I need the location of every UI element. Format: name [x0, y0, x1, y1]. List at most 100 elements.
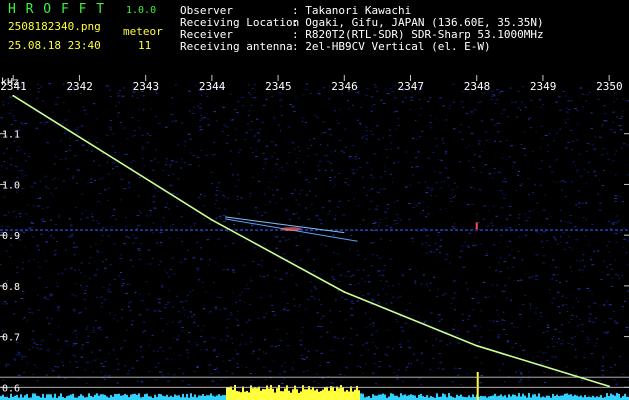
power-bar: [376, 395, 378, 400]
noise-speck: [328, 98, 331, 100]
noise-speck: [330, 382, 333, 383]
noise-speck: [84, 209, 86, 211]
noise-speck: [304, 308, 307, 310]
noise-speck: [593, 250, 596, 252]
noise-speck: [28, 349, 30, 351]
noise-speck: [295, 245, 299, 247]
power-bar: [222, 395, 224, 400]
noise-speck: [487, 210, 489, 212]
noise-speck: [344, 319, 347, 321]
noise-speck: [571, 140, 575, 142]
noise-speck: [68, 145, 72, 146]
noise-speck: [261, 260, 263, 262]
power-bar: [336, 386, 338, 400]
noise-speck: [369, 324, 372, 325]
noise-speck: [615, 222, 619, 224]
noise-speck: [548, 292, 550, 294]
noise-speck: [517, 174, 520, 176]
noise-speck: [273, 152, 276, 154]
noise-speck: [394, 201, 396, 203]
noise-speck: [312, 259, 316, 261]
noise-speck: [495, 309, 499, 311]
power-bar: [318, 391, 320, 400]
noise-speck: [299, 259, 302, 261]
noise-speck: [419, 212, 421, 214]
noise-speck: [24, 160, 28, 162]
noise-speck: [420, 383, 422, 385]
noise-speck: [48, 323, 51, 325]
noise-speck: [30, 186, 34, 188]
noise-speck: [425, 192, 429, 194]
noise-speck: [14, 103, 17, 105]
power-bar: [362, 393, 364, 400]
noise-speck: [293, 362, 295, 364]
noise-speck: [187, 384, 191, 385]
noise-speck: [328, 200, 331, 202]
noise-speck: [614, 153, 617, 155]
power-bar: [334, 390, 336, 400]
noise-speck: [405, 151, 408, 153]
power-bar: [436, 393, 438, 400]
noise-speck: [371, 188, 374, 190]
noise-speck: [67, 110, 70, 112]
noise-speck: [159, 226, 162, 228]
noise-speck: [491, 177, 494, 179]
noise-speck: [304, 122, 307, 123]
noise-speck: [23, 372, 25, 373]
noise-speck: [108, 126, 110, 128]
noise-speck: [145, 281, 148, 283]
noise-speck: [171, 257, 174, 259]
noise-speck: [351, 300, 353, 302]
noise-speck: [393, 162, 396, 164]
noise-speck: [51, 179, 54, 181]
noise-speck: [516, 327, 518, 328]
power-bar: [408, 395, 410, 400]
power-bar: [516, 396, 518, 400]
noise-speck: [536, 202, 539, 204]
power-bar: [288, 390, 290, 400]
power-bar: [296, 389, 298, 400]
noise-speck: [423, 321, 426, 323]
noise-speck: [344, 240, 346, 242]
noise-speck: [154, 366, 158, 368]
noise-speck: [154, 116, 158, 117]
noise-speck: [274, 345, 277, 347]
noise-speck: [117, 363, 120, 365]
noise-speck: [512, 166, 514, 168]
power-bar: [240, 392, 242, 400]
noise-speck: [117, 112, 121, 114]
noise-speck: [226, 327, 229, 329]
noise-speck: [91, 213, 94, 215]
noise-speck: [123, 188, 127, 190]
noise-speck: [619, 356, 622, 358]
noise-speck: [50, 219, 53, 221]
noise-speck: [525, 235, 528, 236]
noise-speck: [439, 172, 442, 174]
noise-speck: [526, 379, 529, 381]
noise-speck: [283, 307, 286, 309]
noise-speck: [124, 340, 126, 342]
power-bar: [54, 393, 56, 400]
noise-speck: [549, 166, 551, 168]
noise-speck: [241, 334, 244, 336]
noise-speck: [586, 342, 589, 344]
noise-speck: [181, 330, 184, 332]
noise-speck: [91, 216, 94, 218]
noise-speck: [513, 280, 515, 282]
noise-speck: [264, 162, 267, 164]
power-bar: [94, 394, 96, 400]
noise-speck: [439, 340, 442, 342]
power-bar: [480, 395, 482, 400]
noise-speck: [553, 140, 556, 142]
noise-speck: [372, 298, 374, 300]
noise-speck: [490, 119, 494, 121]
noise-speck: [430, 127, 433, 129]
noise-speck: [347, 184, 350, 186]
noise-speck: [303, 161, 305, 163]
noise-speck: [236, 363, 239, 365]
noise-speck: [453, 228, 456, 229]
noise-speck: [209, 311, 212, 313]
noise-speck: [74, 207, 77, 209]
noise-speck: [53, 163, 56, 165]
noise-speck: [410, 237, 414, 239]
